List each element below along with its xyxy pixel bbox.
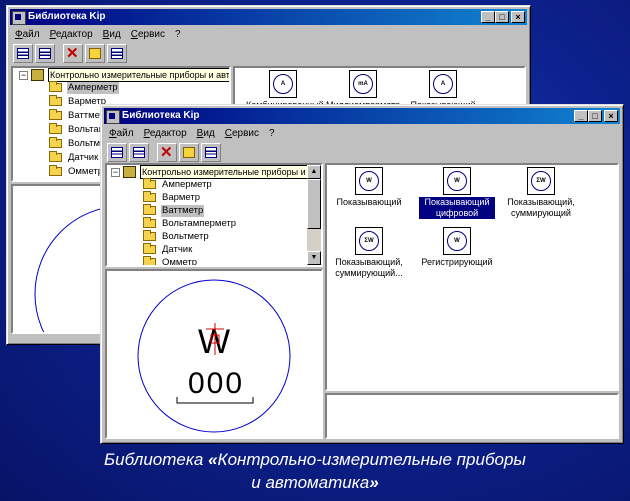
app-icon <box>12 11 26 25</box>
device-symbol-icon: ΣW <box>527 167 555 195</box>
toolbar-button-delete[interactable]: ✕ <box>157 143 177 162</box>
menu-view[interactable]: Вид <box>98 27 126 43</box>
device-item[interactable]: ΣW Показывающий, суммирующий... <box>331 227 407 279</box>
scroll-thumb[interactable] <box>307 179 321 229</box>
delete-icon: ✕ <box>160 144 173 161</box>
device-symbol-icon: ΣW <box>355 227 383 255</box>
toolbar-button-edit[interactable] <box>129 143 149 162</box>
device-item[interactable]: W Регистрирующий <box>419 227 495 268</box>
front-info-panel <box>325 393 619 439</box>
scroll-down-button[interactable]: ▼ <box>307 251 321 265</box>
toolbar-button-new[interactable] <box>107 143 127 162</box>
export-icon <box>205 147 217 158</box>
folder-icon <box>49 151 62 162</box>
folder-icon <box>143 256 156 265</box>
device-symbol-icon: A <box>269 70 297 98</box>
menu-editor[interactable]: Редактор <box>45 27 98 43</box>
edit-doc-icon <box>39 48 51 59</box>
menu-help[interactable]: ? <box>264 126 280 142</box>
front-window-titlebar[interactable]: Библиотека Kip _ □ × <box>104 108 620 124</box>
folder-icon <box>143 230 156 241</box>
front-window[interactable]: Библиотека Kip _ □ × Файл Редактор Вид Серв… <box>100 104 624 444</box>
menu-bar: Файл Редактор Вид Сервис? <box>104 126 620 142</box>
toolbar-button-export[interactable] <box>201 143 221 162</box>
menu-service[interactable]: Сервис <box>126 27 170 43</box>
front-tree-panel[interactable]: − Контрольно измерительные приборы и авт… <box>105 163 323 267</box>
tree-scrollbar[interactable]: ▲ ▼ <box>307 165 321 265</box>
menu-help[interactable]: ? <box>170 27 186 43</box>
folder-icon <box>143 191 156 202</box>
device-symbol-icon: W <box>443 227 471 255</box>
scroll-up-button[interactable]: ▲ <box>307 165 321 179</box>
back-window-titlebar[interactable]: Библиотека Kip _ □ × <box>10 9 527 25</box>
new-doc-icon <box>111 147 123 158</box>
tree-collapse-icon[interactable]: − <box>19 71 28 80</box>
window-title: Библиотека Kip <box>122 110 200 121</box>
close-button[interactable]: × <box>604 110 618 122</box>
folder-icon <box>49 137 62 148</box>
tree-root-label[interactable]: Контрольно измерительные приборы и автом… <box>48 68 229 82</box>
window-title: Библиотека Kip <box>28 11 106 22</box>
folder-icon <box>49 109 62 120</box>
slide-caption: Библиотека «Контрольно-измерительные при… <box>104 450 526 492</box>
delete-icon: ✕ <box>66 45 79 62</box>
menu-view[interactable]: Вид <box>192 126 220 142</box>
device-item[interactable]: W Показывающий <box>331 167 407 208</box>
menu-file[interactable]: Файл <box>104 126 139 142</box>
minimize-button[interactable]: _ <box>574 110 588 122</box>
toolbar-button-new[interactable] <box>13 44 33 63</box>
toolbar: ✕ <box>107 143 221 163</box>
folder-icon <box>89 48 101 59</box>
device-item-selected[interactable]: W Показывающий цифровой <box>419 167 495 219</box>
folder-icon <box>143 178 156 189</box>
device-symbol-icon: W <box>355 167 383 195</box>
folder-icon <box>49 123 62 134</box>
preview-drawing: W 000 <box>137 279 291 433</box>
folder-icon <box>183 147 195 158</box>
menu-file[interactable]: Файл <box>10 27 45 43</box>
front-preview-panel: W 000 <box>105 269 323 439</box>
menu-service[interactable]: Сервис <box>220 126 264 142</box>
tree-root-label[interactable]: Контрольно измерительные приборы и автом… <box>140 165 321 179</box>
export-icon <box>111 48 123 59</box>
toolbar: ✕ <box>13 44 127 64</box>
folder-icon <box>143 243 156 254</box>
maximize-button[interactable]: □ <box>495 11 509 23</box>
folder-icon <box>49 165 62 176</box>
device-symbol-icon: mA <box>349 70 377 98</box>
device-symbol-icon: W <box>443 167 471 195</box>
maximize-button[interactable]: □ <box>588 110 602 122</box>
app-icon <box>106 110 120 124</box>
tree-collapse-icon[interactable]: − <box>111 168 120 177</box>
toolbar-button-folder[interactable] <box>179 143 199 162</box>
menu-bar: Файл Редактор Вид Сервис? <box>10 27 527 43</box>
toolbar-button-folder[interactable] <box>85 44 105 63</box>
folder-icon <box>143 217 156 228</box>
new-doc-icon <box>17 48 29 59</box>
minimize-button[interactable]: _ <box>481 11 495 23</box>
front-device-panel[interactable]: W Показывающий W Показывающий цифровой Σ… <box>325 163 619 391</box>
toolbar-button-edit[interactable] <box>35 44 55 63</box>
preview-digits: 000 <box>188 367 244 400</box>
toolbar-button-delete[interactable]: ✕ <box>63 44 83 63</box>
folder-icon <box>49 95 62 106</box>
folder-icon <box>143 204 156 215</box>
close-button[interactable]: × <box>511 11 525 23</box>
device-symbol-icon: A <box>429 70 457 98</box>
toolbar-button-export[interactable] <box>107 44 127 63</box>
edit-doc-icon <box>133 147 145 158</box>
folder-icon <box>49 81 62 92</box>
device-item[interactable]: ΣW Показывающий, суммирующий <box>503 167 579 219</box>
menu-editor[interactable]: Редактор <box>139 126 192 142</box>
